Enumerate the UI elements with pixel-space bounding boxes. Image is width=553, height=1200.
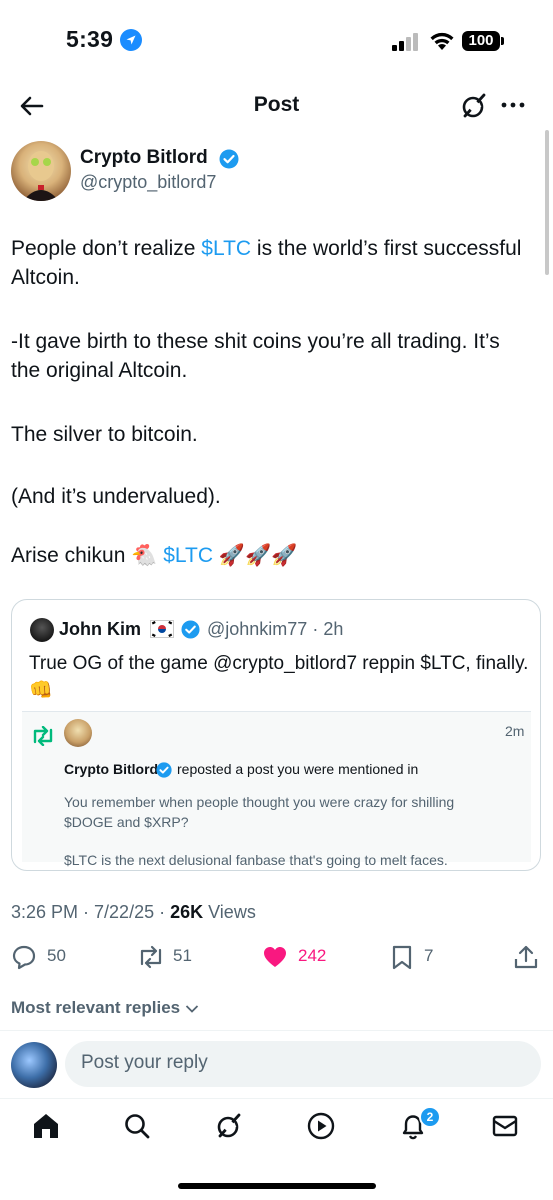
reply-placeholder: Post your reply — [81, 1052, 208, 1073]
scrollbar[interactable] — [545, 130, 549, 275]
inner-post-line: $LTC is the next delusional fanbase that… — [64, 852, 448, 868]
tweet-paragraph-3: The silver to bitcoin. — [11, 423, 198, 446]
post-timestamp: 3:26 PM · 7/22/25 · — [11, 902, 171, 922]
author-avatar[interactable] — [11, 141, 71, 201]
bookmark-icon[interactable] — [389, 944, 415, 970]
tweet-text: Arise chikun 🐔 — [11, 544, 164, 567]
verified-badge-icon — [156, 762, 172, 778]
wifi-icon — [428, 30, 456, 52]
share-icon[interactable] — [513, 944, 539, 970]
tweet-text: People don’t realize — [11, 237, 202, 260]
more-options-icon[interactable] — [500, 92, 526, 118]
reply-count: 50 — [47, 946, 66, 965]
bookmark-count: 7 — [424, 946, 434, 965]
inner-timestamp: 2m — [505, 723, 525, 739]
inner-author-name[interactable]: Crypto Bitlord — [64, 761, 158, 777]
quote-text: True OG of the game @crypto_bitlord7 rep… — [29, 653, 529, 701]
tweet-paragraph-4: (And it’s undervalued). — [11, 485, 221, 508]
inner-post-text: You remember when people thought you wer… — [64, 792, 504, 870]
like-count: 242 — [298, 946, 327, 965]
repost-icon[interactable] — [136, 944, 166, 970]
video-play-icon[interactable] — [306, 1111, 336, 1141]
reply-icon[interactable] — [11, 944, 37, 970]
quote-author-handle-time[interactable]: @johnkim77 · 2h — [207, 619, 343, 640]
korea-flag-icon — [150, 620, 174, 638]
messages-mail-icon[interactable] — [490, 1111, 520, 1141]
divider — [0, 1030, 553, 1031]
battery-tip — [501, 37, 504, 45]
author-name[interactable]: Crypto Bitlord — [80, 147, 208, 169]
tweet-text: 🚀🚀🚀 — [213, 544, 298, 567]
replies-sort-dropdown[interactable]: Most relevant replies — [11, 998, 199, 1018]
location-arrow-icon — [120, 29, 142, 51]
inner-author-avatar[interactable] — [64, 719, 92, 747]
verified-badge-icon — [219, 149, 239, 169]
like-heart-icon[interactable] — [262, 944, 288, 970]
status-time: 5:39 — [66, 26, 114, 52]
views-count[interactable]: 26K — [170, 902, 203, 922]
search-icon[interactable] — [122, 1111, 152, 1141]
tweet-paragraph-5: Arise chikun 🐔 $LTC 🚀🚀🚀 — [11, 541, 531, 570]
quote-author-avatar[interactable] — [30, 618, 54, 642]
home-icon[interactable] — [31, 1111, 61, 1141]
quote-author-name[interactable]: John Kim — [59, 619, 141, 640]
repost-count: 51 — [173, 946, 192, 965]
cashtag-link[interactable]: $LTC — [201, 237, 251, 260]
notifications-badge: 2 — [419, 1106, 441, 1128]
cashtag-link[interactable]: $LTC — [163, 544, 213, 567]
verified-badge-icon — [181, 620, 200, 639]
divider — [0, 1098, 553, 1099]
inner-post-line: You remember when people thought you wer… — [64, 794, 455, 830]
post-metadata: 3:26 PM · 7/22/25 · 26K Views — [11, 902, 256, 923]
current-user-avatar[interactable] — [11, 1042, 57, 1088]
author-handle[interactable]: @crypto_bitlord7 — [80, 172, 216, 193]
grok-icon[interactable] — [459, 91, 489, 121]
battery-level: 100 — [462, 31, 500, 51]
repost-icon — [30, 726, 56, 746]
cellular-signal-icon — [392, 33, 422, 51]
grok-icon[interactable] — [214, 1111, 244, 1141]
chevron-down-icon — [185, 1004, 199, 1014]
tweet-paragraph-1: People don’t realize $LTC is the world’s… — [11, 234, 531, 292]
tweet-paragraph-2: -It gave birth to these shit coins you’r… — [11, 330, 500, 382]
inner-action-text: reposted a post you were mentioned in — [177, 761, 419, 777]
views-label: Views — [203, 902, 256, 922]
home-indicator[interactable] — [178, 1183, 376, 1189]
replies-sort-label: Most relevant replies — [11, 998, 181, 1017]
